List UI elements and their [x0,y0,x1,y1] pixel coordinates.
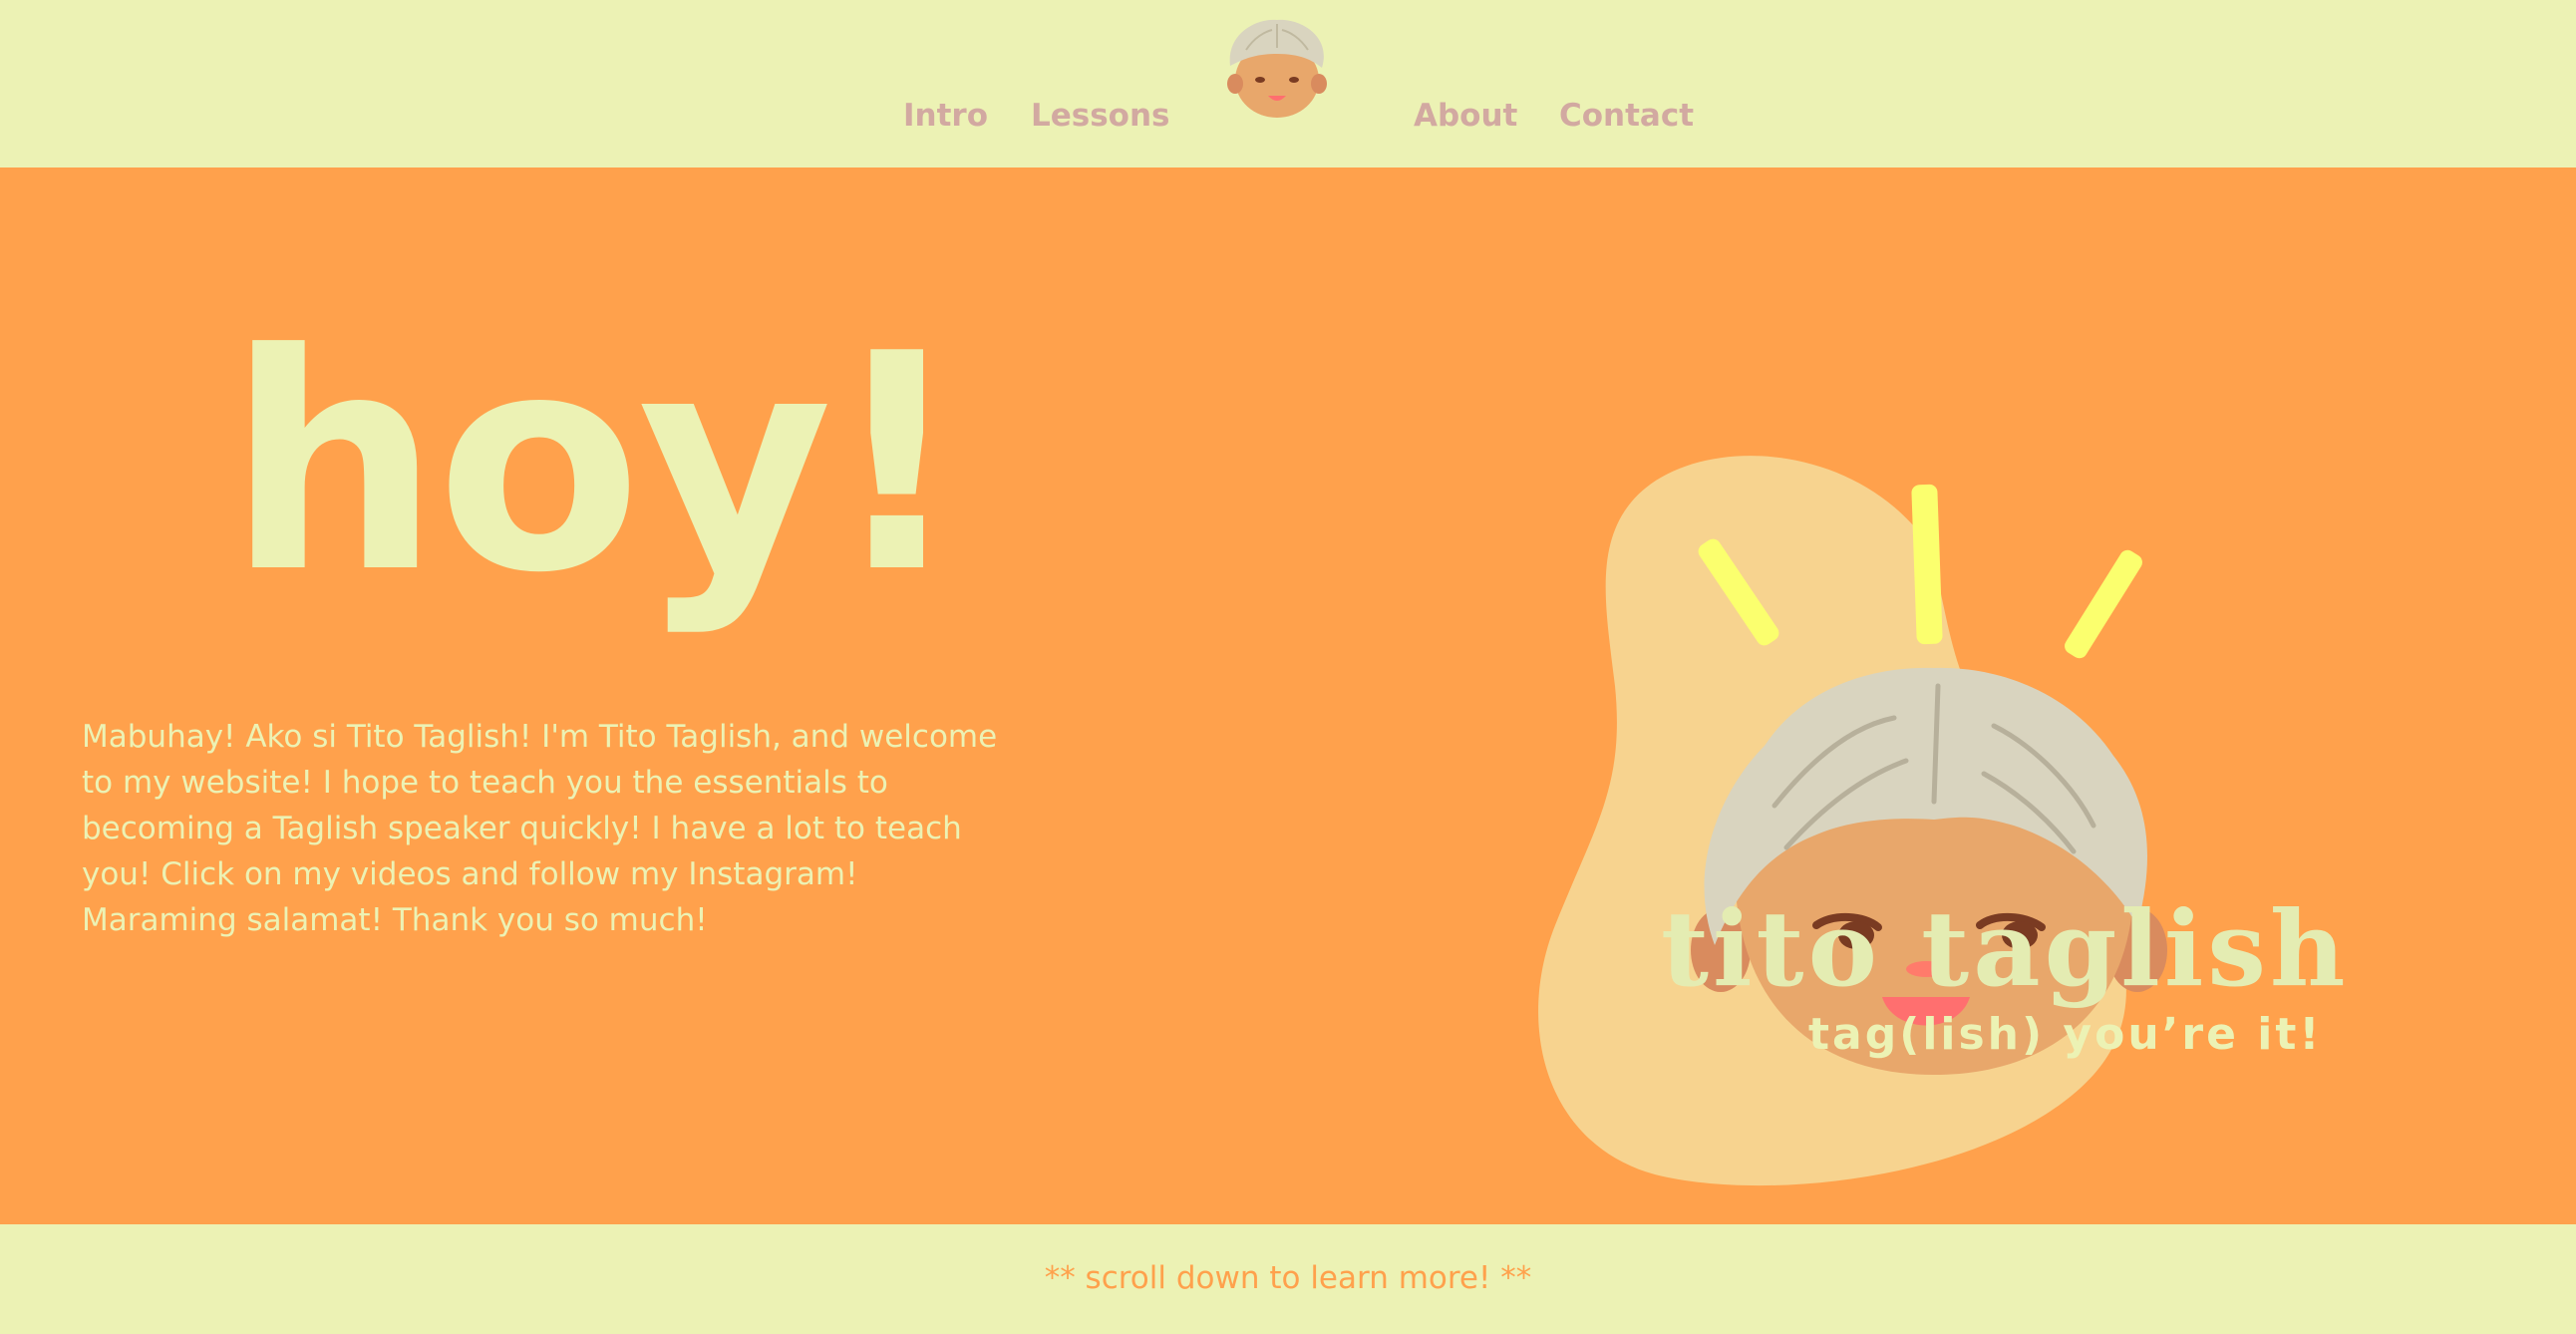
nav-link-contact[interactable]: Contact [1559,96,1694,136]
nav-link-about[interactable]: About [1414,96,1517,136]
hero-intro-text: Mabuhay! Ako si Tito Taglish! I'm Tito T… [82,719,998,938]
brand-tagline: tag(lish) you’re it! [1808,1009,2323,1060]
footer: ** scroll down to learn more! ** [0,1224,2576,1334]
scroll-hint: ** scroll down to learn more! ** [1044,1260,1532,1296]
grandpa-face-icon[interactable] [1216,14,1338,124]
hero-section: hoy! Mabuhay! Ako si Tito Taglish! I'm T… [0,167,2576,1224]
nav-link-intro[interactable]: Intro [903,96,988,136]
nav-link-lessons[interactable]: Lessons [1031,96,1170,136]
brand-name: tito taglish [1661,887,2350,1010]
top-nav: Intro Lessons About Contact [0,0,2576,167]
tito-taglish-mascot-icon [1535,307,2313,1244]
hero-title: hoy! [227,290,965,638]
